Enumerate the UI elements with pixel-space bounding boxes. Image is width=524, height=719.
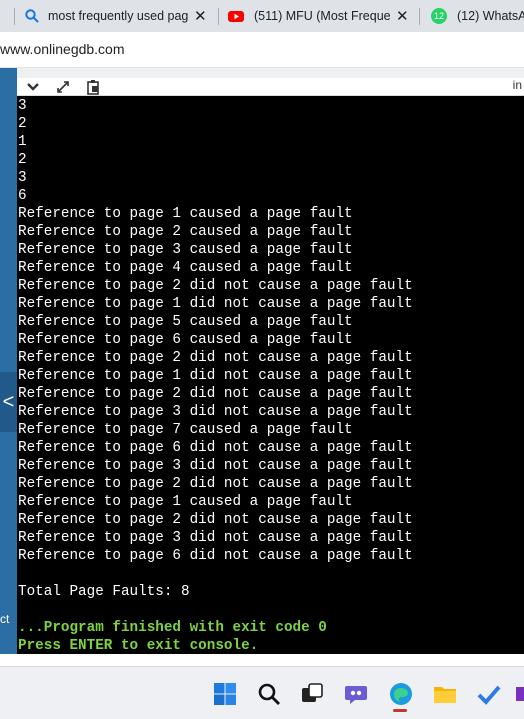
todo-icon[interactable] [477, 682, 501, 706]
console-lines: 3 2 1 2 3 6 Reference to page 1 caused a page … [18, 97, 413, 654]
console-line: Reference to page 3 did not cause a page… [18, 530, 413, 546]
whatsapp-icon: 12 [431, 8, 447, 24]
console-line: Reference to page 2 did not cause a page… [18, 350, 413, 366]
console-line: Reference to page 3 did not cause a page… [18, 404, 413, 420]
teams-chat-icon[interactable] [344, 682, 368, 706]
browser-tab-strip: most frequently used pag ✕ (511) MFU (Mo… [0, 0, 524, 32]
console-toolbar: in [17, 78, 524, 96]
sidebar-label: ct [0, 612, 10, 626]
console-line: 6 [18, 188, 27, 204]
tab-whatsapp[interactable]: (12) WhatsAp [457, 0, 524, 32]
console-line: Reference to page 7 caused a page fault [18, 422, 353, 438]
console-line: Reference to page 3 caused a page fault [18, 242, 353, 258]
windows-taskbar [0, 666, 524, 719]
tab-separator [419, 8, 420, 25]
console-line: Reference to page 2 caused a page fault [18, 224, 353, 240]
console-line: Reference to page 2 did not cause a page… [18, 386, 413, 402]
console-status-line: Press ENTER to exit console. [18, 638, 259, 654]
chevron-down-icon[interactable] [25, 79, 41, 95]
expand-icon[interactable] [55, 79, 71, 95]
console-line: Reference to page 4 caused a page fault [18, 260, 353, 276]
console-status-line: ...Program finished with exit code 0 [18, 620, 327, 636]
tab-title: (12) WhatsAp [457, 9, 524, 23]
console-line: 2 [18, 152, 27, 168]
copy-to-clipboard-icon[interactable] [85, 79, 101, 95]
console-output[interactable]: 3 2 1 2 3 6 Reference to page 1 caused a page … [17, 96, 524, 654]
console-line: Reference to page 1 did not cause a page… [18, 368, 413, 384]
close-icon[interactable]: ✕ [396, 7, 409, 25]
console-line: Reference to page 3 did not cause a page… [18, 458, 413, 474]
console-line: Reference to page 2 did not cause a page… [18, 278, 413, 294]
console-line: Reference to page 6 caused a page fault [18, 332, 353, 348]
tab-separator [218, 8, 219, 25]
active-app-indicator [393, 709, 407, 712]
console-line: Reference to page 1 did not cause a page… [18, 296, 413, 312]
console-line: 3 [18, 98, 27, 114]
address-bar[interactable]: www.onlinegdb.com [0, 32, 524, 68]
console-line: 3 [18, 170, 27, 186]
console-line: 1 [18, 134, 27, 150]
console-line: Reference to page 2 did not cause a page… [18, 476, 413, 492]
sidebar-strip [0, 68, 17, 654]
toolbar-input-label[interactable]: in [513, 78, 522, 92]
tab-most-frequently-used[interactable]: most frequently used pag ✕ [48, 0, 218, 32]
close-icon[interactable]: ✕ [194, 7, 207, 25]
taskbar-overflow-icon[interactable] [516, 687, 524, 701]
console-line: 2 [18, 116, 27, 132]
console-line: Reference to page 5 caused a page fault [18, 314, 353, 330]
task-view-icon[interactable] [300, 682, 324, 706]
console-line: Reference to page 2 did not cause a page… [18, 512, 413, 528]
tab-separator [14, 8, 15, 25]
youtube-icon [228, 11, 244, 22]
page-header-strip [0, 68, 524, 78]
console-line: Reference to page 6 did not cause a page… [18, 548, 413, 564]
sidebar-collapse-button[interactable]: < [0, 372, 17, 432]
file-explorer-icon[interactable] [433, 682, 457, 706]
console-line: Reference to page 1 caused a page fault [18, 206, 353, 222]
tab-title: most frequently used pag [48, 9, 188, 23]
windows-start-icon[interactable] [213, 682, 237, 706]
tab-title: (511) MFU (Most Frequent [254, 9, 390, 23]
edge-browser-icon[interactable] [389, 682, 413, 706]
console-line: Total Page Faults: 8 [18, 584, 190, 600]
console-line: Reference to page 6 did not cause a page… [18, 440, 413, 456]
url-text[interactable]: www.onlinegdb.com [0, 41, 125, 57]
search-icon [25, 9, 39, 23]
console-line: Reference to page 1 caused a page fault [18, 494, 353, 510]
tab-youtube-mfu[interactable]: (511) MFU (Most Frequent ✕ [254, 0, 414, 32]
search-icon[interactable] [257, 682, 281, 706]
